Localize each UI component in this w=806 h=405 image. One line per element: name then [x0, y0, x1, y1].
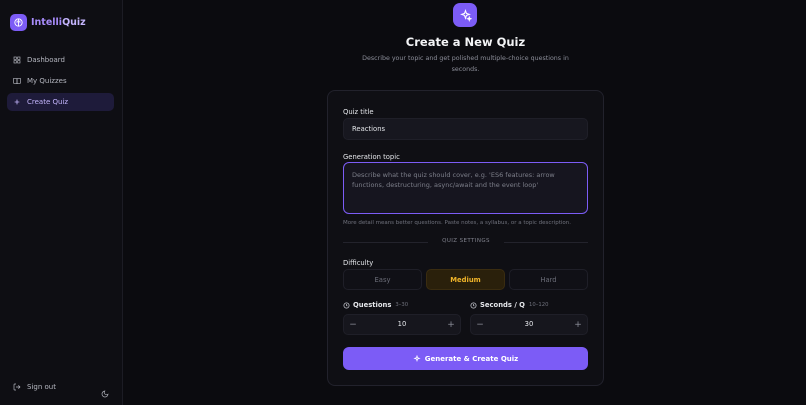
seconds-stepper[interactable]: − 30 +: [470, 314, 588, 335]
book-icon: [13, 78, 21, 85]
generation-topic-label: Generation topic: [343, 153, 400, 161]
plus-icon: [14, 99, 20, 105]
seconds-increment-button[interactable]: +: [572, 319, 584, 331]
quiz-title-label: Quiz title: [343, 108, 374, 116]
topic-hint: More detail means better questions. Past…: [343, 220, 571, 226]
sidebar-item-label: Dashboard: [27, 56, 65, 64]
difficulty-hard-button[interactable]: Hard: [509, 269, 588, 290]
page-title: Create a New Quiz: [405, 35, 526, 49]
seconds-decrement-button[interactable]: −: [474, 319, 486, 331]
sign-out-button[interactable]: Sign out: [13, 383, 56, 391]
questions-increment-button[interactable]: +: [445, 319, 457, 331]
sidebar-item-my-quizzes[interactable]: My Quizzes: [7, 72, 114, 90]
logout-icon: [13, 383, 21, 391]
sparkles-icon: [413, 354, 421, 362]
brain-icon: [10, 14, 27, 31]
app-name: IntelliQuiz: [31, 17, 86, 28]
page-subtitle: Describe your topic and get polished mul…: [362, 55, 569, 73]
divider-left: [343, 242, 428, 243]
difficulty-easy-button[interactable]: Easy: [343, 269, 422, 290]
questions-stepper[interactable]: − 10 +: [343, 314, 461, 335]
quiz-title-input[interactable]: Reactions: [343, 118, 588, 140]
clock-icon: [343, 302, 350, 308]
clock-icon: [470, 302, 477, 308]
sparkles-icon: [453, 3, 477, 27]
sidebar-item-dashboard[interactable]: Dashboard: [7, 51, 114, 69]
questions-value[interactable]: 10: [364, 320, 440, 328]
create-quiz-form: Quiz title Reactions Generation topic De…: [327, 90, 604, 386]
theme-toggle-moon-icon[interactable]: [101, 383, 109, 402]
sidebar-item-label: Create Quiz: [27, 98, 69, 106]
seconds-value[interactable]: 30: [491, 320, 567, 328]
generate-create-quiz-button[interactable]: Generate & Create Quiz: [343, 347, 588, 370]
grid-icon: [13, 56, 21, 64]
quiz-settings-heading: QUIZ SETTINGS: [442, 238, 490, 244]
sidebar-item-label: My Quizzes: [27, 77, 67, 85]
difficulty-label: Difficulty: [343, 259, 374, 267]
difficulty-medium-button[interactable]: Medium: [426, 269, 505, 290]
sidebar: IntelliQuiz Dashboard My Quizzes Create …: [0, 0, 123, 405]
divider-right: [504, 242, 588, 243]
generation-topic-textarea[interactable]: Describe what the quiz should cover, e.g…: [343, 162, 588, 214]
sidebar-item-create-quiz[interactable]: Create Quiz: [7, 93, 114, 111]
questions-label: Questions 3–30: [343, 301, 408, 309]
app-logo[interactable]: IntelliQuiz: [10, 14, 86, 31]
questions-decrement-button[interactable]: −: [347, 319, 359, 331]
seconds-label: Seconds / Q 10–120: [470, 301, 548, 309]
